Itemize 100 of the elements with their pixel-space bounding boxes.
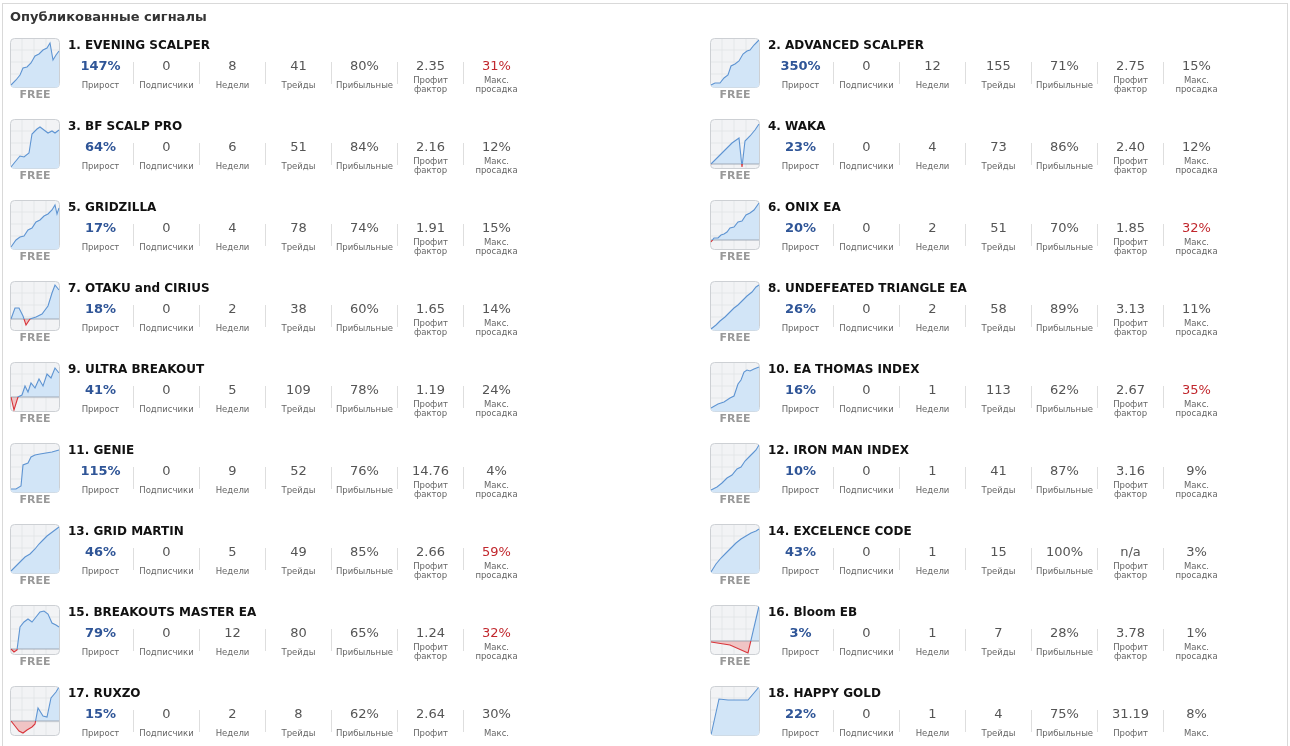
stat-label: Прибыльные xyxy=(335,242,394,252)
stat-value: 115% xyxy=(80,463,121,479)
stat-value: 0 xyxy=(162,301,171,317)
stat-value: 4 xyxy=(994,706,1003,722)
signal-name[interactable]: 8. UNDEFEATED TRIANGLE EA xyxy=(768,281,1229,295)
signal-name[interactable]: 2. ADVANCED SCALPER xyxy=(768,38,1229,52)
stat-label: Подписчики xyxy=(839,242,894,252)
stat-label: Недели xyxy=(215,485,250,495)
stat-value: 2.40 xyxy=(1116,139,1145,155)
signal-name[interactable]: 12. IRON MAN INDEX xyxy=(768,443,1229,457)
stat-label: Недели xyxy=(915,80,950,90)
signal-name[interactable]: 7. OTAKU and CIRIUS xyxy=(68,281,529,295)
free-label: FREE xyxy=(719,413,751,425)
stat-value: 3% xyxy=(1186,544,1207,560)
stat-label: Прирост xyxy=(81,242,120,252)
stat-value: 62% xyxy=(1050,382,1079,398)
stat-value: 0 xyxy=(162,706,171,722)
stat-value: 43% xyxy=(784,544,817,560)
signal-name[interactable]: 1. EVENING SCALPER xyxy=(68,38,529,52)
stat-value: 86% xyxy=(1050,139,1079,155)
free-label: FREE xyxy=(19,332,51,344)
stat-label: Подписчики xyxy=(839,485,894,495)
stat-value: 51 xyxy=(290,139,307,155)
stat-label: Прирост xyxy=(781,80,820,90)
stat-label: Прибыльные xyxy=(335,323,394,333)
stat-value: 2 xyxy=(928,220,937,236)
stat-label: Трейды xyxy=(281,323,316,333)
stat-value: 4 xyxy=(228,220,237,236)
signal-name[interactable]: 13. GRID MARTIN xyxy=(68,524,529,538)
stat-label: Недели xyxy=(915,485,950,495)
stat-label: Макс. просадка xyxy=(475,157,518,175)
stat-value: 41% xyxy=(84,382,117,398)
stat-label: Прибыльные xyxy=(1035,242,1094,252)
signal-name[interactable]: 18. HAPPY GOLD xyxy=(768,686,1229,700)
signal-name[interactable]: 4. WAKA xyxy=(768,119,1229,133)
stat-label: Трейды xyxy=(981,485,1016,495)
stat-value: 0 xyxy=(162,139,171,155)
stat-value: 26% xyxy=(784,301,817,317)
stat-value: 6 xyxy=(228,139,237,155)
stat-label: Профит фактор xyxy=(413,400,448,418)
stat-value: 76% xyxy=(350,463,379,479)
stat-label: Профит фактор xyxy=(413,643,448,661)
stat-value: 14.76 xyxy=(411,463,450,479)
stat-value: 1 xyxy=(928,382,937,398)
stat-value: 0 xyxy=(862,706,871,722)
stat-label: Подписчики xyxy=(839,566,894,576)
signal-name[interactable]: 14. EXCELENCE CODE xyxy=(768,524,1229,538)
stat-value: 60% xyxy=(350,301,379,317)
stat-label: Прирост xyxy=(781,323,820,333)
stat-value: 1% xyxy=(1186,625,1207,641)
stat-value: 5 xyxy=(228,544,237,560)
stat-value: 113 xyxy=(986,382,1011,398)
stat-value: 0 xyxy=(862,463,871,479)
signal-name[interactable]: 6. ONIX EA xyxy=(768,200,1229,214)
stat-label: Прирост xyxy=(781,404,820,414)
stat-value: 32% xyxy=(1182,220,1211,236)
signal-name[interactable]: 11. GENIE xyxy=(68,443,529,457)
stat-label: Макс. просадка xyxy=(475,562,518,580)
stat-value: 87% xyxy=(1050,463,1079,479)
stat-label: Подписчики xyxy=(139,161,194,171)
stat-label: Макс. просадка xyxy=(475,238,518,256)
signal-name[interactable]: 3. BF SCALP PRO xyxy=(68,119,529,133)
stat-value: 4% xyxy=(486,463,507,479)
signal-name[interactable]: 9. ULTRA BREAKOUT xyxy=(68,362,529,376)
stat-label: Недели xyxy=(915,323,950,333)
stat-label: Профит фактор xyxy=(1113,643,1148,661)
stat-label: Трейды xyxy=(981,242,1016,252)
stat-label: Недели xyxy=(915,242,950,252)
stat-label: Профит фактор xyxy=(1113,157,1148,175)
line-chart-thumbnail xyxy=(710,605,760,655)
stat-value: 10% xyxy=(784,463,817,479)
stat-value: 12% xyxy=(482,139,511,155)
stat-label: Прибыльные xyxy=(335,647,394,657)
stat-label: Подписчики xyxy=(139,485,194,495)
stat-value: 24% xyxy=(482,382,511,398)
signal-name[interactable]: 15. BREAKOUTS MASTER EA xyxy=(68,605,529,619)
stat-value: 41 xyxy=(290,58,307,74)
stat-value: 0 xyxy=(862,382,871,398)
signal-name[interactable]: 5. GRIDZILLA xyxy=(68,200,529,214)
stat-label: Макс. просадка xyxy=(1175,400,1218,418)
signal-name[interactable]: 16. Bloom EB xyxy=(768,605,1229,619)
stat-label: Макс. xyxy=(1183,728,1210,738)
signal-name[interactable]: 10. EA THOMAS INDEX xyxy=(768,362,1229,376)
stat-value: 2 xyxy=(928,301,937,317)
stat-value: 350% xyxy=(780,58,821,74)
stat-label: Прирост xyxy=(81,404,120,414)
stat-label: Профит xyxy=(413,728,448,738)
stat-value: 18% xyxy=(84,301,117,317)
page-title: Опубликованные сигналы xyxy=(10,9,208,25)
stat-label: Подписчики xyxy=(139,323,194,333)
line-chart-thumbnail xyxy=(10,200,60,250)
stat-label: Прирост xyxy=(781,161,820,171)
stat-value: 12% xyxy=(1182,139,1211,155)
signal-name[interactable]: 17. RUXZO xyxy=(68,686,529,700)
stat-value: 15 xyxy=(990,544,1007,560)
stat-value: 2.64 xyxy=(416,706,445,722)
stat-value: 0 xyxy=(862,220,871,236)
stat-value: 0 xyxy=(162,463,171,479)
stat-value: 89% xyxy=(1050,301,1079,317)
stat-value: 3.13 xyxy=(1116,301,1145,317)
